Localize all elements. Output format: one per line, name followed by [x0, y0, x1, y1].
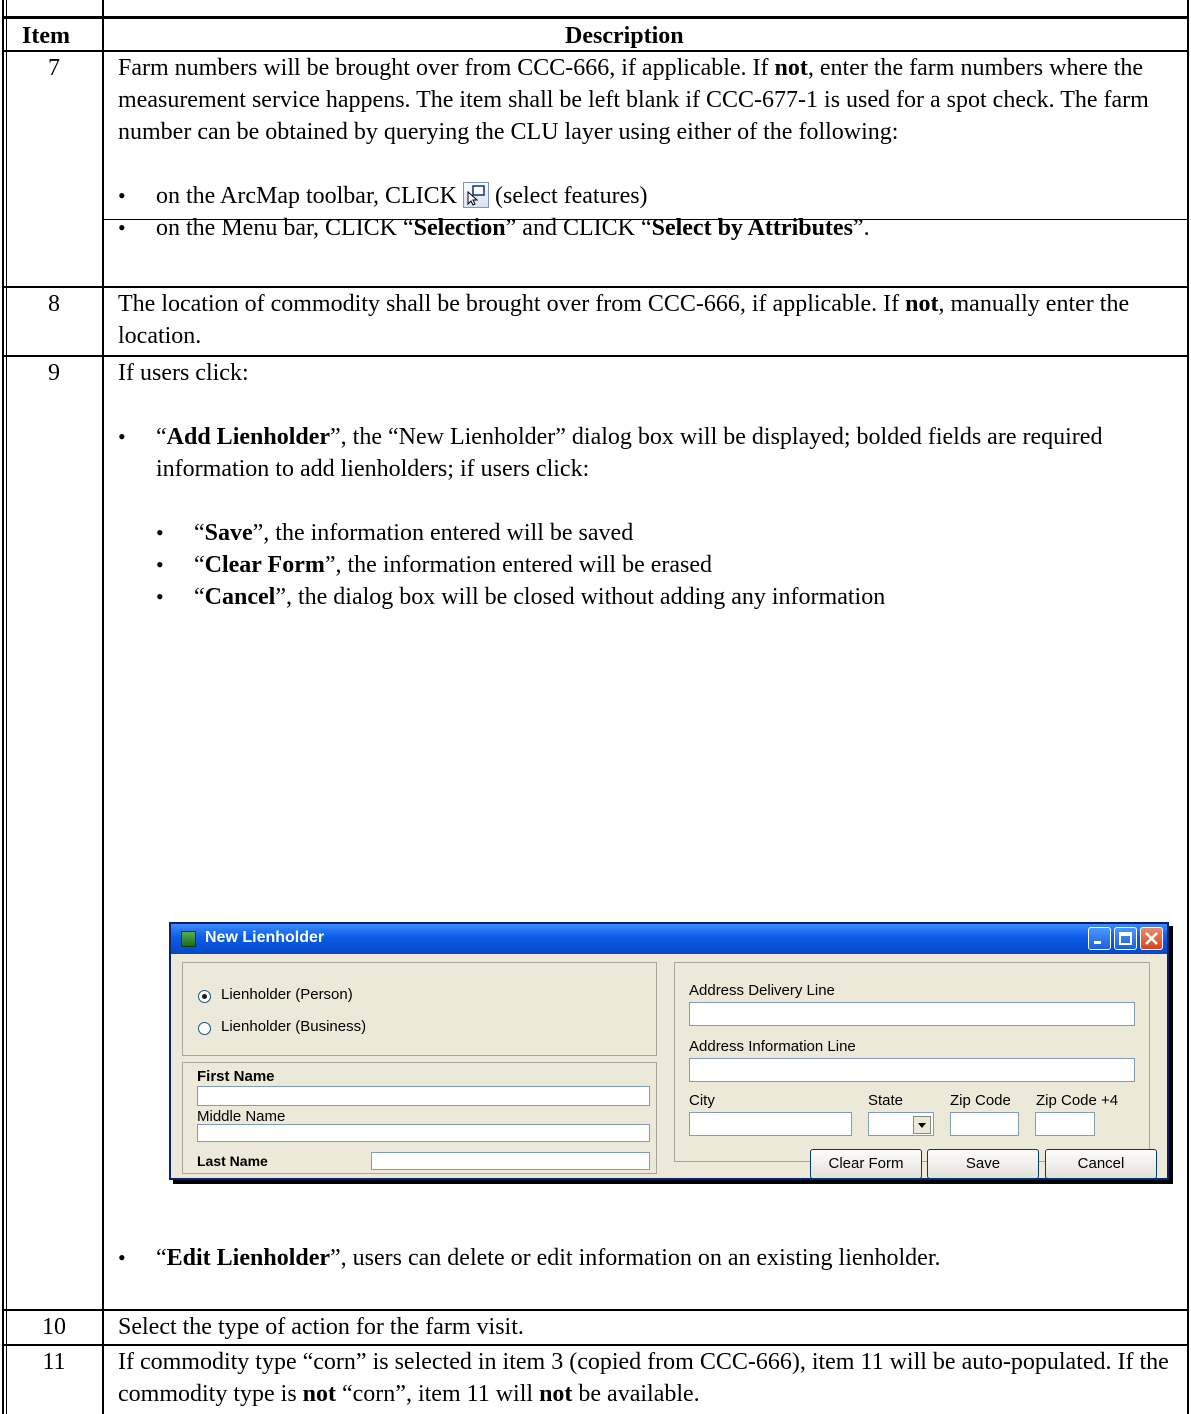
- table-left-border: [2, 0, 4, 1414]
- first-name-label: First Name: [197, 1068, 275, 1085]
- new-lienholder-dialog: New Lienholder Lienholder (Person) Lienh…: [169, 922, 1169, 1180]
- row-10-description: Select the type of action for the farm v…: [118, 1314, 524, 1340]
- text: The location of commodity shall be broug…: [118, 291, 906, 317]
- text: Farm numbers will be brought over from C…: [118, 55, 775, 81]
- zip-code-plus4-field[interactable]: [1035, 1112, 1095, 1136]
- list-item: “Edit Lienholder”, users can delete or e…: [118, 1242, 1186, 1274]
- item-number: 10: [42, 1314, 66, 1340]
- radio-person-label: Lienholder (Person): [221, 986, 353, 1003]
- table-top-border: [2, 16, 1189, 19]
- table-left-border-inner: [6, 0, 7, 1414]
- zip-code-field[interactable]: [950, 1112, 1019, 1136]
- maximize-button[interactable]: [1114, 927, 1137, 950]
- item-number: 11: [42, 1349, 66, 1375]
- bold-text: not: [539, 1381, 573, 1407]
- minimize-button[interactable]: [1088, 927, 1111, 950]
- dialog-titlebar: New Lienholder: [171, 924, 1167, 954]
- bold-text: Clear Form: [204, 552, 325, 578]
- app-icon: [181, 931, 196, 947]
- city-field[interactable]: [689, 1112, 852, 1136]
- zip-code-label: Zip Code: [950, 1092, 1011, 1109]
- row-9-edit-list: “Edit Lienholder”, users can delete or e…: [118, 1242, 1186, 1274]
- header-description: Description: [565, 23, 684, 49]
- row-7-paragraph: Farm numbers will be brought over from C…: [118, 52, 1186, 148]
- state-select[interactable]: [868, 1112, 934, 1136]
- last-name-label: Last Name: [197, 1153, 268, 1169]
- bold-text: not: [302, 1381, 336, 1407]
- list-item: “Cancel”, the dialog box will be closed …: [156, 581, 1186, 613]
- text: “: [194, 520, 205, 546]
- row-9-sub-bullets: “Save”, the information entered will be …: [156, 517, 1186, 613]
- table-right-border: [1187, 0, 1189, 1414]
- first-name-field[interactable]: [197, 1086, 650, 1106]
- bold-text: not: [774, 55, 808, 81]
- document-page: Item Description 7 Farm numbers will be …: [0, 0, 1191, 1414]
- clear-form-button[interactable]: Clear Form: [810, 1149, 922, 1179]
- minimize-icon: [1094, 941, 1101, 944]
- row-7-description: Farm numbers will be brought over from C…: [118, 52, 1186, 244]
- row-11-paragraph: If commodity type “corn” is selected in …: [118, 1346, 1186, 1410]
- column-divider: [102, 0, 104, 1414]
- middle-name-field[interactable]: [197, 1124, 650, 1142]
- middle-name-label: Middle Name: [197, 1108, 286, 1125]
- radio-lienholder-business[interactable]: [198, 1022, 211, 1035]
- text: (select features): [488, 183, 648, 209]
- bold-text: not: [905, 291, 939, 317]
- bold-text: Save: [204, 520, 253, 546]
- row-8-paragraph: The location of commodity shall be broug…: [118, 288, 1186, 352]
- text: “corn”, item 11 will: [336, 1381, 540, 1407]
- lienholder-type-group: [182, 962, 657, 1056]
- last-name-field[interactable]: [371, 1152, 650, 1170]
- list-item: “Clear Form”, the information entered wi…: [156, 549, 1186, 581]
- radio-business-label: Lienholder (Business): [221, 1018, 367, 1035]
- address-delivery-label: Address Delivery Line: [689, 982, 835, 999]
- item-number: 7: [48, 55, 60, 81]
- row-11-description: If commodity type “corn” is selected in …: [118, 1346, 1186, 1410]
- close-button[interactable]: [1140, 927, 1163, 950]
- address-info-field[interactable]: [689, 1058, 1135, 1082]
- state-label: State: [868, 1092, 904, 1109]
- text: on the ArcMap toolbar, CLICK: [156, 183, 463, 209]
- list-item: on the ArcMap toolbar, CLICK (select fea…: [118, 180, 1186, 212]
- text: ”, the dialog box will be closed without…: [275, 584, 886, 610]
- city-label: City: [689, 1092, 715, 1109]
- radio-lienholder-person[interactable]: [198, 990, 211, 1003]
- text: ”, users can delete or edit information …: [330, 1245, 941, 1271]
- row-9-intro: If users click:: [118, 360, 249, 386]
- row-9-bullets: “Add Lienholder”, the “New Lienholder” d…: [118, 421, 1186, 613]
- text: ”, the information entered will be erase…: [324, 552, 713, 578]
- address-delivery-field[interactable]: [689, 1002, 1135, 1026]
- text: be available.: [572, 1381, 700, 1407]
- zip-code-plus4-label: Zip Code +4: [1036, 1092, 1119, 1109]
- row-9-edit-bullet: “Edit Lienholder”, users can delete or e…: [118, 1242, 1186, 1274]
- bold-text: Add Lienholder: [166, 424, 331, 450]
- save-button[interactable]: Save: [927, 1149, 1039, 1179]
- chevron-down-icon[interactable]: [913, 1116, 931, 1134]
- bold-text: Edit Lienholder: [166, 1245, 331, 1271]
- text: ”, the information entered will be saved: [252, 520, 634, 546]
- select-features-icon: [462, 182, 489, 208]
- item-number: 9: [48, 360, 60, 386]
- cancel-button[interactable]: Cancel: [1045, 1149, 1157, 1179]
- dialog-title: New Lienholder: [205, 929, 325, 946]
- list-item: “Save”, the information entered will be …: [156, 517, 1186, 549]
- header-item: Item: [22, 23, 70, 49]
- close-icon: [1145, 932, 1158, 945]
- row-7-bullets: on the ArcMap toolbar, CLICK (select fea…: [118, 180, 1186, 244]
- text: “: [156, 424, 167, 450]
- row-8-description: The location of commodity shall be broug…: [118, 288, 1186, 352]
- text: “: [194, 584, 205, 610]
- list-item: on the Menu bar, CLICK “Selection” and C…: [118, 212, 1186, 244]
- text: “: [194, 552, 205, 578]
- address-info-label: Address Information Line: [689, 1038, 856, 1055]
- bullet-divider: [104, 219, 1187, 220]
- row-9-description: If users click: “Add Lienholder”, the “N…: [118, 357, 1186, 613]
- bold-text: Cancel: [204, 584, 276, 610]
- list-item: “Add Lienholder”, the “New Lienholder” d…: [118, 421, 1186, 613]
- item-number: 8: [48, 291, 60, 317]
- maximize-icon: [1119, 932, 1132, 945]
- text: “: [156, 1245, 167, 1271]
